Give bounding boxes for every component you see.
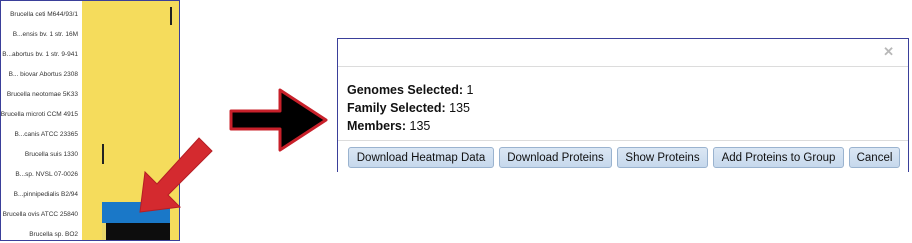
genomes-selected-label: Genomes Selected: — [347, 83, 464, 97]
genome-label[interactable]: B... biovar Abortus 2308 — [9, 69, 78, 81]
heatmap-tick — [102, 144, 104, 164]
genome-label[interactable]: Brucella suis 1330 — [25, 149, 78, 161]
genome-label-column: Brucella ceti M644/93/1 B...ensis bv. 1 … — [1, 1, 81, 240]
download-heatmap-button[interactable]: Download Heatmap Data — [348, 147, 494, 168]
genome-label[interactable]: Brucella microti CCM 4915 — [1, 109, 78, 121]
family-selected-label: Family Selected: — [347, 101, 446, 115]
heatmap-selected-cell[interactable] — [102, 202, 170, 223]
genome-label[interactable]: Brucella ceti M644/93/1 — [10, 9, 78, 21]
genome-label[interactable]: Brucella sp. BO2 — [29, 229, 78, 240]
genome-label[interactable]: B...pinnipedialis B2/94 — [14, 189, 78, 201]
genome-label[interactable]: Brucella ovis ATCC 25840 — [3, 209, 78, 221]
download-proteins-button[interactable]: Download Proteins — [499, 147, 612, 168]
members-value: 135 — [409, 119, 431, 133]
family-selected-value: 135 — [449, 101, 470, 115]
genomes-selected-row: Genomes Selected: 1 — [347, 81, 473, 99]
selection-summary: Genomes Selected: 1 Family Selected: 135… — [347, 81, 473, 135]
add-to-group-button[interactable]: Add Proteins to Group — [713, 147, 844, 168]
genome-label[interactable]: B...sp. NVSL 07-0026 — [15, 169, 78, 181]
show-proteins-button[interactable]: Show Proteins — [617, 147, 708, 168]
dialog-footer: Download Heatmap Data Download Proteins … — [338, 140, 908, 173]
genome-label[interactable]: B...abortus bv. 1 str. 9-941 — [2, 49, 78, 61]
cancel-button[interactable]: Cancel — [849, 147, 900, 168]
family-selected-row: Family Selected: 135 — [347, 99, 473, 117]
heatmap-highlight-cell[interactable] — [102, 223, 170, 240]
heatmap-tick — [170, 7, 172, 25]
members-row: Members: 135 — [347, 117, 473, 135]
genomes-selected-value: 1 — [466, 83, 474, 97]
members-label: Members: — [347, 119, 407, 133]
genome-label[interactable]: Brucella neotomae 5K33 — [7, 89, 78, 101]
genome-label[interactable]: B...canis ATCC 23365 — [15, 129, 78, 141]
protein-family-dialog: ✕ Genomes Selected: 1 Family Selected: 1… — [337, 38, 909, 173]
dialog-titlebar: ✕ — [338, 39, 908, 67]
heatmap-panel: Brucella ceti M644/93/1 B...ensis bv. 1 … — [0, 0, 180, 241]
close-icon[interactable]: ✕ — [883, 44, 894, 60]
genome-label[interactable]: B...ensis bv. 1 str. 16M — [13, 29, 78, 41]
right-arrow-icon — [229, 88, 328, 152]
